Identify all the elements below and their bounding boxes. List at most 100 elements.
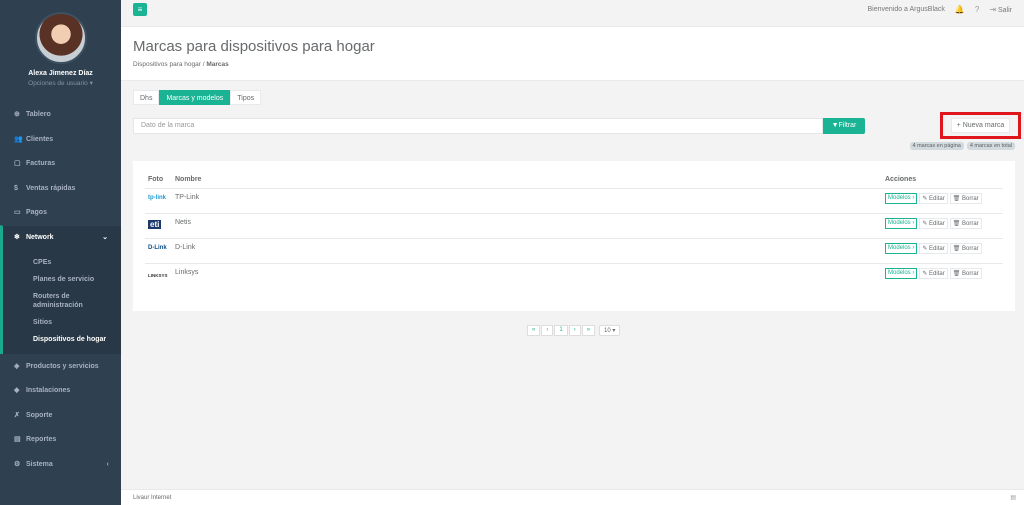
sidebar-item-label: Soporte (25, 411, 53, 419)
sidebar-item-routers[interactable]: Routers de administración (3, 288, 121, 314)
pagination: « ‹ 1 › » 10 ▾ (527, 325, 621, 336)
last-page-button[interactable]: » (581, 325, 596, 336)
installations-icon: ◆ (14, 387, 20, 395)
sidebar-item-tablero[interactable]: ⊕ Tablero (0, 102, 121, 127)
sidebar-item-sistema[interactable]: ⚙ Sistema ‹ (0, 451, 121, 477)
sidebar-item-label: Facturas (25, 160, 56, 168)
edit-button[interactable]: ✎ Editar (919, 193, 948, 204)
new-brand-button[interactable]: + Nueva marca (950, 118, 1011, 133)
brand-search-input[interactable]: Dato de la marca (133, 118, 823, 134)
edit-button[interactable]: ✎ Editar (919, 243, 948, 254)
page-heading: Marcas para dispositivos para hogar Disp… (121, 27, 1024, 81)
row-actions: Modelos › ✎ Editar 🗑 Borrar (885, 193, 982, 204)
delete-button[interactable]: 🗑 Borrar (949, 193, 982, 204)
edit-button[interactable]: ✎ Editar (919, 268, 948, 279)
edit-button[interactable]: ✎ Editar (919, 218, 948, 229)
sidebar-item-label: Productos y servicios (25, 362, 99, 370)
sidebar-item-network[interactable]: ❄ Network ⌄ (0, 224, 121, 250)
sidebar-item-dispositivos[interactable]: Dispositivos de hogar (3, 331, 121, 348)
filter-button[interactable]: ▼Filtrar (823, 118, 865, 134)
tab-marcas-modelos[interactable]: Marcas y modelos (159, 90, 231, 105)
brand-name: Linksys (175, 269, 199, 276)
brand-name: Netis (175, 219, 191, 226)
cogs-icon: ⚙ (14, 460, 21, 468)
column-header-acciones: Acciones (885, 176, 917, 183)
prev-page-button[interactable]: ‹ (541, 325, 554, 336)
hamburger-icon: ≡ (137, 5, 143, 14)
brand-logo: D-Link (148, 245, 167, 251)
sidebar-item-soporte[interactable]: ✗ Soporte (0, 402, 121, 428)
sidebar-item-label: Instalaciones (25, 387, 71, 395)
total-count-badge: 4 marcas en total (966, 142, 1015, 150)
sidebar-item-reportes[interactable]: ▤ Reportes (0, 427, 121, 452)
help-icon[interactable]: ? (975, 5, 979, 14)
sidebar-item-label: Pagos (25, 209, 47, 217)
user-options-menu[interactable]: Opciones de usuario ▾ (0, 79, 121, 87)
network-submenu: CPEs Planes de servicio Routers de admin… (0, 249, 121, 354)
models-button[interactable]: Modelos › (885, 268, 918, 279)
tag-icon: ◈ (14, 362, 20, 370)
models-button[interactable]: Modelos › (885, 243, 918, 254)
sidebar-item-facturas[interactable]: ▢ Facturas (0, 151, 121, 176)
brand-logo: tp-link (148, 195, 166, 201)
profile: Alexa Jimenez Díaz Opciones de usuario ▾ (0, 0, 121, 102)
dollar-icon: $ (14, 184, 18, 192)
table-row: tp-link TP-Link Modelos › ✎ Editar 🗑 Bor… (145, 188, 1003, 213)
wrench-icon: ✗ (14, 411, 20, 419)
row-actions: Modelos › ✎ Editar 🗑 Borrar (885, 243, 982, 254)
delete-button[interactable]: 🗑 Borrar (949, 218, 982, 229)
next-page-button[interactable]: › (568, 325, 581, 336)
page-count-badge: 4 marcas en página (909, 142, 964, 150)
avatar[interactable] (34, 12, 87, 64)
footer-text: Livaur Internet (133, 495, 172, 501)
brand-name: TP-Link (175, 194, 200, 201)
sidebar-item-label: Tablero (25, 111, 51, 118)
models-button[interactable]: Modelos › (885, 193, 918, 204)
footer: Livaur Internet ▤ (121, 489, 1024, 505)
brands-table-panel: Foto Nombre Acciones tp-link TP-Link Mod… (133, 161, 1015, 311)
counts: 4 marcas en página 4 marcas en total (909, 142, 1015, 150)
dashboard-icon: ⊕ (14, 111, 20, 118)
first-page-button[interactable]: « (527, 325, 541, 336)
sidebar-item-pagos[interactable]: ▭ Pagos (0, 200, 121, 225)
top-navbar: ≡ Bienvenido a ArgusBlack 🔔 ? ⇥ Salir (121, 0, 1024, 27)
sidebar-item-productos[interactable]: ◈ Productos y servicios (0, 353, 121, 379)
tabs: Dhs Marcas y modelos Tipos (133, 90, 262, 105)
bell-icon[interactable]: 🔔 (955, 5, 965, 14)
sidebar-item-clientes[interactable]: 👥 Clientes (0, 126, 121, 152)
logout-link[interactable]: ⇥ Salir (989, 5, 1012, 14)
tab-dhs[interactable]: Dhs (133, 90, 160, 105)
sidebar-item-label: Reportes (25, 436, 57, 444)
chevron-left-icon: ‹ (106, 460, 109, 468)
users-icon: 👥 (14, 135, 23, 143)
sidebar-item-planes[interactable]: Planes de servicio (3, 271, 121, 288)
table-row: LINKSYS Linksys Modelos › ✎ Editar 🗑 Bor… (145, 263, 1003, 288)
menu-toggle-button[interactable]: ≡ (133, 3, 147, 16)
welcome-message: Bienvenido a ArgusBlack (867, 6, 945, 13)
sidebar-item-cpes[interactable]: CPEs (3, 254, 121, 271)
breadcrumb-separator: / (202, 61, 205, 68)
column-header-nombre: Nombre (175, 176, 202, 183)
logout-label: Salir (997, 7, 1012, 14)
profile-name: Alexa Jimenez Díaz (28, 70, 93, 77)
breadcrumb-parent[interactable]: Dispositivos para hogar (133, 61, 201, 68)
topbar-right: Bienvenido a ArgusBlack 🔔 ? ⇥ Salir (867, 5, 1012, 14)
breadcrumb: Dispositivos para hogar / Marcas (133, 61, 1012, 68)
breadcrumb-current: Marcas (206, 61, 229, 68)
brand-logo: eti (148, 220, 162, 229)
file-icon: ▢ (14, 160, 21, 168)
sidebar-item-instalaciones[interactable]: ◆ Instalaciones (0, 378, 121, 403)
current-page-button[interactable]: 1 (554, 325, 568, 336)
models-button[interactable]: Modelos › (885, 218, 918, 229)
sidebar-item-sitios[interactable]: Sitios (3, 314, 121, 331)
delete-button[interactable]: 🗑 Borrar (949, 243, 982, 254)
page-title: Marcas para dispositivos para hogar (133, 38, 375, 55)
row-actions: Modelos › ✎ Editar 🗑 Borrar (885, 268, 982, 279)
sidebar-item-ventas[interactable]: $ Ventas rápidas (0, 175, 121, 201)
tab-tipos[interactable]: Tipos (230, 90, 262, 105)
sidebar-item-label: Sistema (25, 460, 53, 468)
delete-button[interactable]: 🗑 Borrar (949, 268, 982, 279)
table-row: D-Link D-Link Modelos › ✎ Editar 🗑 Borra… (145, 238, 1003, 263)
sidebar-item-label: Network (25, 233, 54, 241)
per-page-select[interactable]: 10 ▾ (599, 325, 621, 336)
